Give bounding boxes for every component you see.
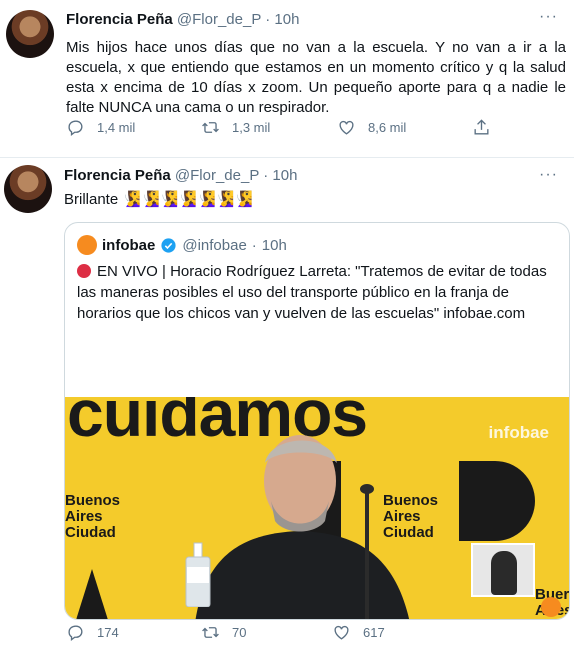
share-button[interactable] xyxy=(472,118,491,137)
retweet-button[interactable]: 1,3 mil xyxy=(201,118,270,137)
brand-badge xyxy=(541,597,561,617)
retweet-icon xyxy=(202,121,219,133)
verified-icon xyxy=(161,237,176,253)
quoted-tweet[interactable]: infobae @infobae · 10h EN VIVO | Horacio… xyxy=(64,222,570,620)
like-icon xyxy=(334,625,349,640)
reply-button[interactable]: 174 xyxy=(66,623,119,642)
timestamp[interactable]: 10h xyxy=(274,11,299,28)
quoted-tweet-text: EN VIVO | Horacio Rodríguez Larreta: "Tr… xyxy=(77,261,557,324)
image-watermark: infobae xyxy=(488,423,549,442)
quoted-media-image[interactable]: cuidamos infobae Buenos Aires Ciudad Bue… xyxy=(65,397,569,619)
retweet-icon xyxy=(202,626,219,638)
like-button[interactable]: 8,6 mil xyxy=(337,118,406,137)
retweet-count: 1,3 mil xyxy=(232,119,271,135)
backdrop-shape xyxy=(65,569,119,619)
like-count: 617 xyxy=(363,624,385,640)
quoted-timestamp: 10h xyxy=(261,236,287,254)
live-dot-icon xyxy=(77,264,91,278)
tweet[interactable]: Florencia Peña @Flor_de_P · 10h ··· Bril… xyxy=(0,158,574,652)
backdrop-shape xyxy=(459,461,535,541)
more-icon[interactable]: ··· xyxy=(539,8,558,26)
author-name[interactable]: Florencia Peña xyxy=(64,167,171,184)
tweet[interactable]: Florencia Peña @Flor_de_P · 10h ··· Mis … xyxy=(0,0,574,158)
sign-language-interpreter xyxy=(471,543,535,597)
author-name[interactable]: Florencia Peña xyxy=(66,11,173,28)
reply-count: 174 xyxy=(97,624,119,640)
author-handle[interactable]: @Flor_de_P xyxy=(177,11,261,28)
retweet-count: 70 xyxy=(232,624,247,640)
retweet-button[interactable]: 70 xyxy=(201,623,246,642)
author-handle[interactable]: @Flor_de_P xyxy=(175,167,259,184)
reply-button[interactable]: 1,4 mil xyxy=(66,118,135,137)
timestamp[interactable]: 10h xyxy=(272,167,297,184)
quoted-tweet-header: infobae @infobae · 10h xyxy=(77,235,287,255)
tweet-text: Brillante 🧏‍♀️🧏‍♀️🧏‍♀️🧏‍♀️🧏‍♀️🧏‍♀️🧏‍♀️ xyxy=(64,191,254,208)
avatar[interactable] xyxy=(4,165,52,213)
city-logo-text: Buenos Aires Ciudad xyxy=(65,492,121,541)
like-icon xyxy=(339,120,354,135)
quoted-author-name: infobae xyxy=(102,236,156,254)
avatar[interactable] xyxy=(6,10,54,58)
quoted-author-handle: @infobae xyxy=(182,236,247,254)
share-icon xyxy=(474,118,489,135)
separator: · xyxy=(263,167,269,184)
separator: · xyxy=(265,11,271,28)
quoted-text: EN VIVO | Horacio Rodríguez Larreta: "Tr… xyxy=(77,263,547,322)
sanitizer-bottle xyxy=(185,542,211,607)
separator: · xyxy=(251,236,257,254)
reply-count: 1,4 mil xyxy=(97,119,136,135)
like-count: 8,6 mil xyxy=(368,119,407,135)
tweet-text: Mis hijos hace unos días que no van a la… xyxy=(66,39,566,116)
tweet-header: Florencia Peña @Flor_de_P · 10h xyxy=(64,166,297,186)
tweet-header: Florencia Peña @Flor_de_P · 10h xyxy=(66,10,299,30)
like-button[interactable]: 617 xyxy=(332,623,385,642)
reply-icon xyxy=(68,624,83,641)
infobae-avatar[interactable] xyxy=(77,235,97,255)
more-icon[interactable]: ··· xyxy=(539,166,558,184)
reply-icon xyxy=(68,119,83,136)
